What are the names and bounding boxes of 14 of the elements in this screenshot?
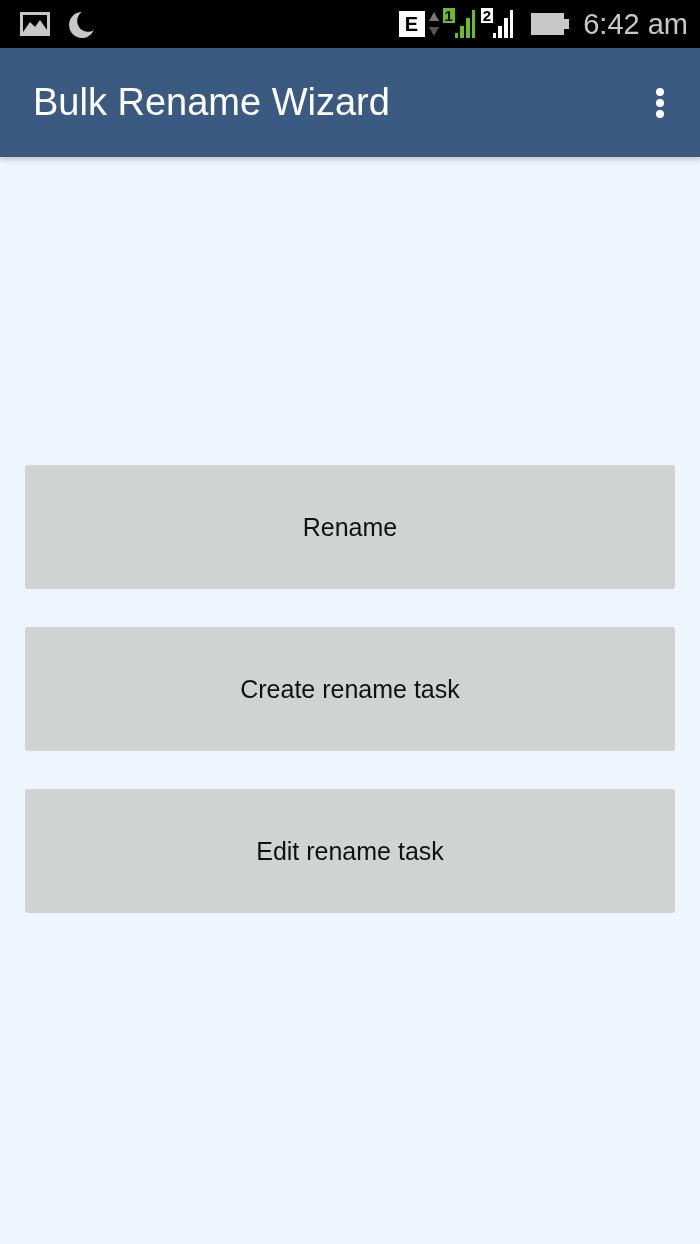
moon-icon xyxy=(68,10,95,38)
action-button[interactable]: Rename xyxy=(25,465,675,589)
network-type-badge: E xyxy=(398,11,425,37)
battery-icon xyxy=(531,13,570,35)
sim-badge: 2 xyxy=(480,8,494,23)
signal-icon xyxy=(493,8,514,38)
status-time: 6:42 am xyxy=(583,7,688,41)
image-icon xyxy=(20,12,50,36)
data-arrows-icon xyxy=(428,12,439,36)
sim-badge: 1 xyxy=(442,8,455,23)
signal-icon xyxy=(454,8,475,38)
action-button[interactable]: Create rename task xyxy=(25,627,675,751)
app-title: Bulk Rename Wizard xyxy=(33,81,391,124)
action-button[interactable]: Edit rename task xyxy=(25,789,675,913)
